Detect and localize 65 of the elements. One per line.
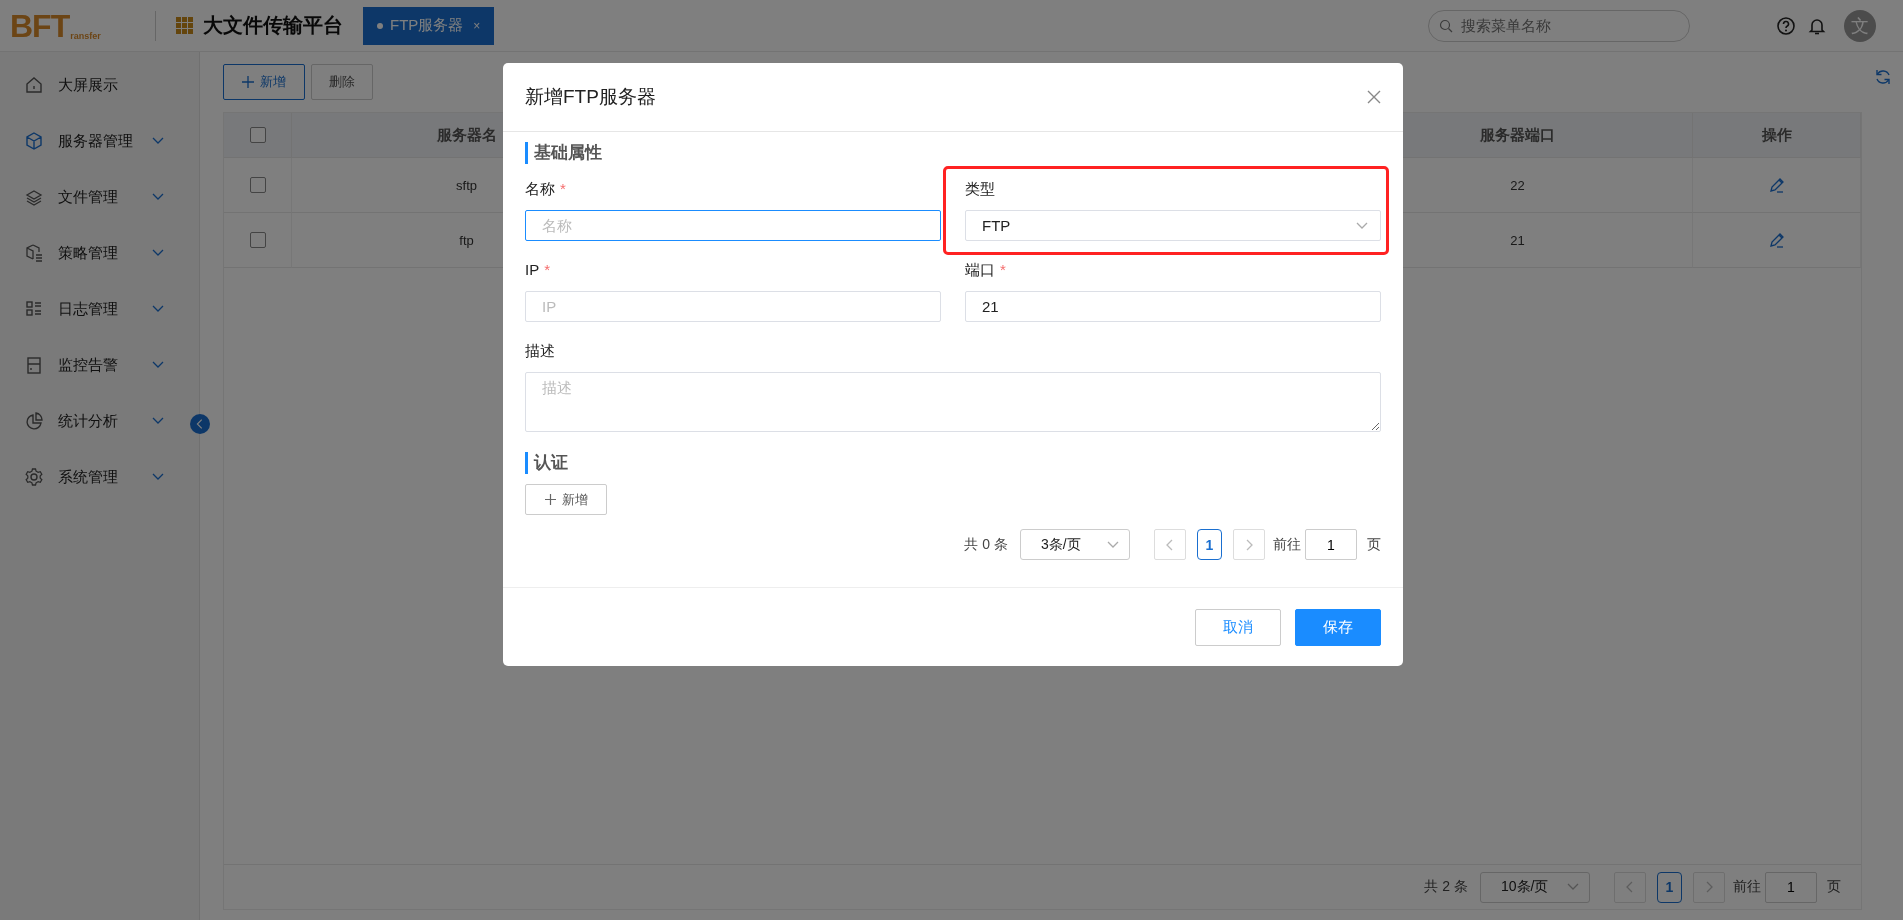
search-icon (1439, 18, 1453, 33)
collapse-button[interactable] (190, 414, 210, 434)
table-cell: 21 (1510, 232, 1525, 248)
app-title: 大文件传输平台 (203, 13, 343, 38)
page-size-select[interactable]: 3条/页 (1020, 529, 1130, 560)
table-cell: 22 (1510, 177, 1525, 193)
plus-icon (544, 494, 556, 505)
page-input[interactable]: 1 (1305, 529, 1357, 560)
total-count: 共 0 条 (964, 535, 1008, 554)
sidebar-item[interactable]: 大屏展示 (0, 57, 199, 113)
save-button[interactable]: 保存 (1295, 608, 1381, 646)
field-label: 端口 (965, 261, 995, 278)
delete-button[interactable]: 删除 (311, 64, 373, 100)
cancel-button[interactable]: 取消 (1195, 608, 1281, 646)
column-header: 服务器名 (436, 125, 497, 145)
page-tab[interactable]: FTP服务器 × (363, 6, 495, 45)
table-cell: ftp (459, 232, 474, 248)
sidebar-item[interactable]: 文件管理 (0, 169, 199, 225)
add-button[interactable]: 新增 (223, 64, 305, 100)
close-icon[interactable]: × (473, 18, 481, 33)
table-cell: sftp (456, 177, 477, 193)
search-field[interactable]: 搜索菜单名称 (1428, 9, 1690, 42)
column-header: 服务器端口 (1480, 125, 1555, 145)
pencil-icon[interactable] (1767, 231, 1786, 249)
section-title: 认证 (525, 452, 1381, 474)
refresh-icon[interactable] (1873, 68, 1892, 86)
goto-label: 前往 (1733, 878, 1761, 896)
description-field[interactable]: 描述 (525, 372, 1381, 432)
page-unit: 页 (1367, 535, 1381, 554)
page-size-select[interactable]: 10条/页 (1480, 871, 1590, 903)
checkbox[interactable] (249, 177, 266, 193)
page-input[interactable]: 1 (1765, 871, 1817, 903)
help-icon[interactable] (1776, 15, 1796, 36)
section-title: 基础属性 (525, 142, 1381, 164)
close-icon[interactable] (1367, 90, 1381, 104)
field-label: 描述 (525, 342, 555, 359)
required-mark: * (1000, 261, 1006, 278)
column-header: 操作 (1761, 125, 1792, 145)
sidebar-item[interactable]: 日志管理 (0, 281, 199, 337)
pencil-icon[interactable] (1767, 176, 1786, 194)
sidebar-item[interactable]: 策略管理 (0, 225, 199, 281)
tab-label: FTP服务器 (390, 16, 464, 35)
checkbox[interactable] (249, 127, 266, 143)
add-button[interactable]: 新增 (525, 484, 607, 515)
type-select[interactable]: FTP (965, 210, 1381, 241)
checkbox[interactable] (249, 232, 266, 248)
sidebar-item[interactable]: 服务器管理 (0, 113, 199, 169)
input-field[interactable]: 名称 (525, 210, 941, 241)
page-unit: 页 (1827, 878, 1841, 896)
total-count: 共 2 条 (1424, 878, 1468, 896)
logo: BFTransfer (10, 9, 102, 42)
page-number[interactable]: 1 (1197, 529, 1222, 560)
sidebar-item[interactable]: 系统管理 (0, 449, 199, 505)
plus-icon (242, 76, 254, 88)
field-label: IP (525, 261, 540, 278)
input-field[interactable]: 21 (965, 291, 1381, 322)
required-mark: * (544, 261, 551, 278)
field-label: 类型 (965, 180, 995, 197)
grid-icon (176, 17, 193, 34)
dialog-title: 新增FTP服务器 (525, 85, 656, 109)
goto-label: 前往 (1273, 535, 1301, 554)
required-mark: * (560, 180, 566, 197)
field-label: 名称 (525, 180, 555, 197)
sidebar-item[interactable]: 监控告警 (0, 337, 199, 393)
page-number[interactable]: 1 (1657, 871, 1682, 903)
